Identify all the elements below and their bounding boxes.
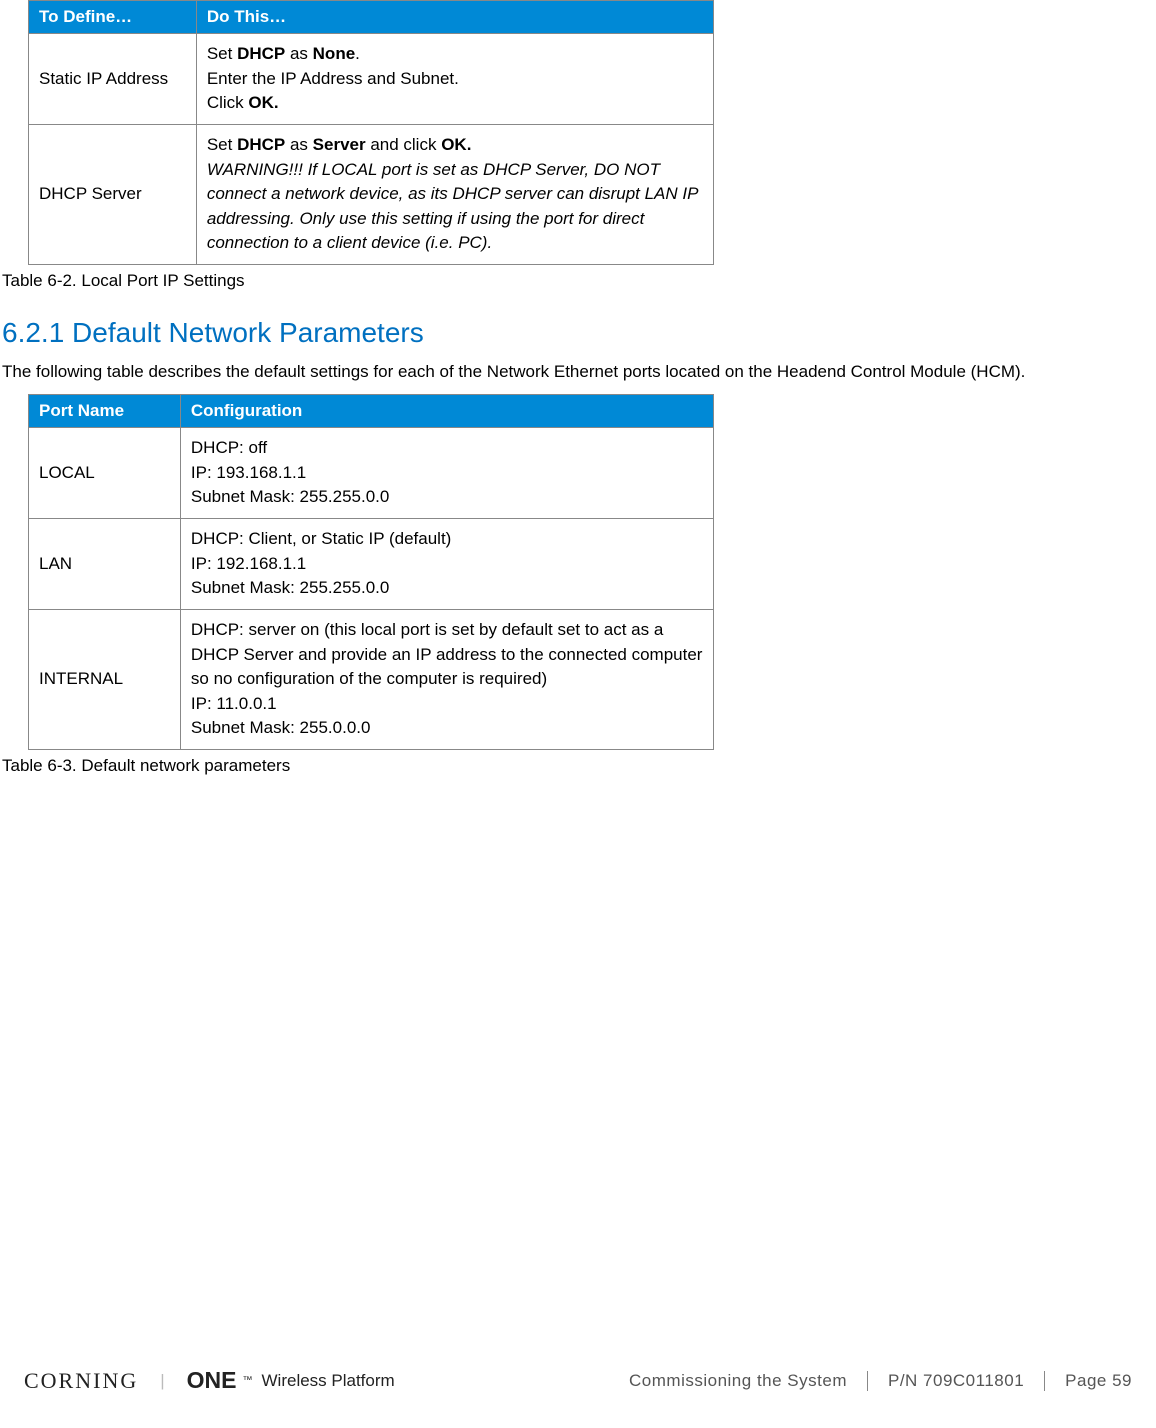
text: and click [366,135,442,154]
text: DHCP: server on (this local port is set … [191,620,703,688]
cell-port-name: LAN [29,518,181,609]
table-header: Port Name [29,395,181,428]
cell-port-name: INTERNAL [29,609,181,749]
text: IP: 193.168.1.1 [191,463,306,482]
text: . [355,44,360,63]
table-row: LAN DHCP: Client, or Static IP (default)… [29,518,714,609]
page-footer: CORNING | ONE ™ Wireless Platform Commiss… [0,1367,1156,1394]
text: Set [207,44,237,63]
cell-define: DHCP Server [29,124,197,264]
cell-configuration: DHCP: server on (this local port is set … [180,609,713,749]
text: Server [313,135,366,154]
table-row: INTERNAL DHCP: server on (this local por… [29,609,714,749]
table-row: Static IP Address Set DHCP as None. Ente… [29,34,714,125]
text: Subnet Mask: 255.0.0.0 [191,718,371,737]
text: IP: 11.0.0.1 [191,694,277,713]
table-header-row: To Define… Do This… [29,1,714,34]
text: DHCP: off [191,438,267,457]
local-port-ip-settings-table: To Define… Do This… Static IP Address Se… [28,0,714,265]
corning-logo: CORNING [24,1368,138,1394]
default-network-parameters-table: Port Name Configuration LOCAL DHCP: off … [28,394,714,750]
text: Wireless Platform [262,1371,395,1391]
table-caption: Table 6-3. Default network parameters [2,756,1156,776]
footer-section-name: Commissioning the System [629,1371,847,1391]
text: OK. [441,135,471,154]
text: Click [207,93,249,112]
footer-page-info: Commissioning the System P/N 709C011801 … [629,1371,1132,1391]
text: Enter the IP Address and Subnet. [207,69,459,88]
text: DHCP [237,44,285,63]
cell-configuration: DHCP: Client, or Static IP (default) IP:… [180,518,713,609]
text: DHCP: Client, or Static IP (default) [191,529,451,548]
cell-do-this: Set DHCP as Server and click OK. WARNING… [196,124,713,264]
footer-page-number: Page 59 [1065,1371,1132,1391]
table-row: LOCAL DHCP: off IP: 193.168.1.1 Subnet M… [29,428,714,519]
cell-port-name: LOCAL [29,428,181,519]
cell-do-this: Set DHCP as None. Enter the IP Address a… [196,34,713,125]
footer-part-number: P/N 709C011801 [888,1371,1024,1391]
cell-configuration: DHCP: off IP: 193.168.1.1 Subnet Mask: 2… [180,428,713,519]
table-caption: Table 6-2. Local Port IP Settings [2,271,1156,291]
footer-divider [867,1371,868,1391]
table-header: To Define… [29,1,197,34]
table-header-row: Port Name Configuration [29,395,714,428]
section-intro: The following table describes the defaul… [2,361,1152,384]
text: as [285,135,312,154]
text: Subnet Mask: 255.255.0.0 [191,487,389,506]
text: None [313,44,356,63]
section-heading: 6.2.1 Default Network Parameters [2,317,1156,349]
one-wireless-platform-logo: ONE ™ Wireless Platform [187,1367,395,1394]
table-row: DHCP Server Set DHCP as Server and click… [29,124,714,264]
table-header: Do This… [196,1,713,34]
footer-divider [1044,1371,1045,1391]
text: ONE [187,1367,237,1394]
text: DHCP [237,135,285,154]
text: Subnet Mask: 255.255.0.0 [191,578,389,597]
warning-text: WARNING!!! If LOCAL port is set as DHCP … [207,160,698,253]
footer-brand-block: CORNING | ONE ™ Wireless Platform [24,1367,395,1394]
trademark-icon: ™ [243,1375,253,1386]
text: OK. [248,93,278,112]
text: as [285,44,312,63]
text: Set [207,135,237,154]
footer-separator: | [160,1371,164,1391]
cell-define: Static IP Address [29,34,197,125]
text: IP: 192.168.1.1 [191,554,306,573]
table-header: Configuration [180,395,713,428]
